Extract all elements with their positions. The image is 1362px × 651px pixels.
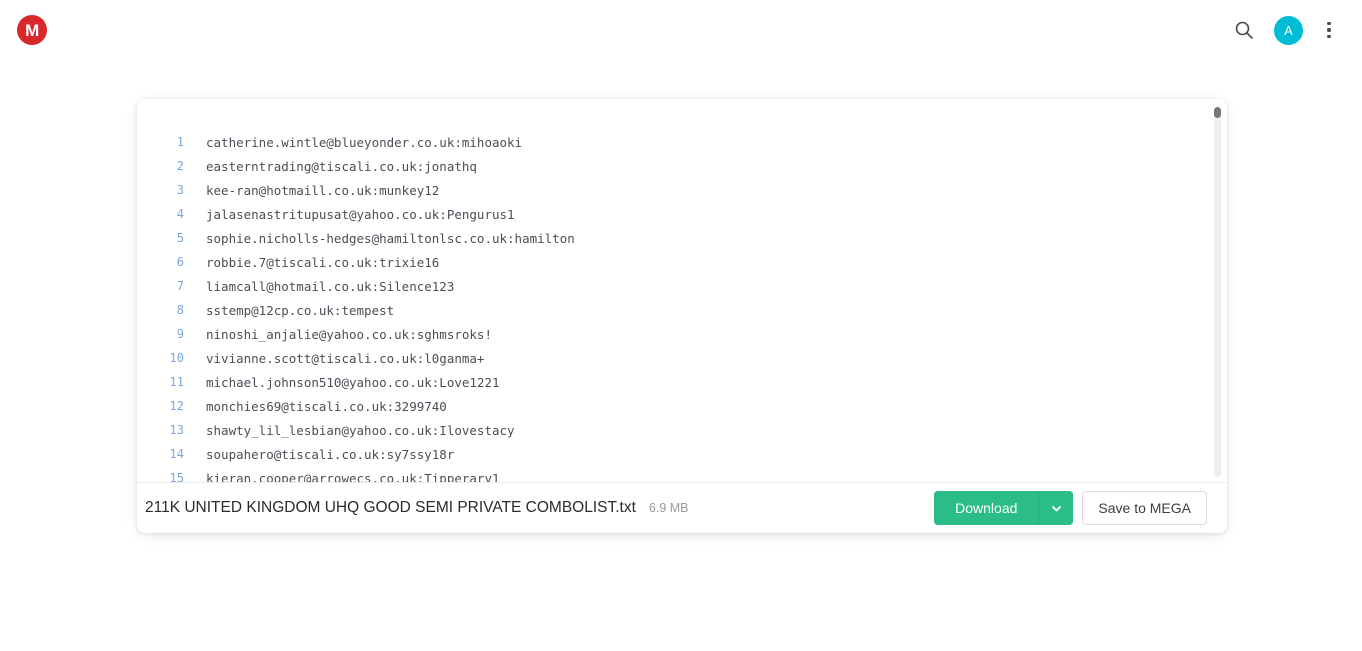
save-to-mega-button[interactable]: Save to MEGA — [1082, 491, 1207, 525]
preview-scrollbar-thumb[interactable] — [1214, 107, 1221, 118]
code-line: 1 catherine.wintle@blueyonder.co.uk:mihoa… — [137, 130, 1227, 154]
search-icon — [1235, 21, 1253, 39]
file-preview-card: 1 catherine.wintle@blueyonder.co.uk:mihoa… — [137, 99, 1227, 533]
line-text: catherine.wintle@blueyonder.co.uk:mihoao… — [206, 134, 523, 150]
line-number: 4 — [176, 207, 184, 221]
download-options-button[interactable] — [1039, 491, 1074, 525]
line-number: 12 — [169, 399, 184, 413]
line-text: shawty_lil_lesbian@yahoo.co.uk:Ilovestac… — [206, 422, 515, 438]
line-number: 7 — [176, 279, 184, 293]
code-line: 6 robbie.7@tiscali.co.uk:trixie16 — [137, 250, 1227, 274]
download-button-group: Download — [934, 491, 1074, 525]
code-line: 2 easterntrading@tiscali.co.uk:jonathq — [137, 154, 1227, 178]
vertical-dots-icon-dot — [1327, 34, 1331, 39]
line-text: monchies69@tiscali.co.uk:3299740 — [206, 398, 447, 414]
mega-logo-letter: M — [25, 20, 39, 40]
overflow-menu-button[interactable] — [1312, 9, 1346, 51]
file-action-bar: 211K UNITED KINGDOM UHQ GOOD SEMI PRIVAT… — [137, 482, 1227, 533]
line-text: easterntrading@tiscali.co.uk:jonathq — [206, 158, 477, 174]
line-text: ninoshi_anjalie@yahoo.co.uk:sghmsroks! — [206, 326, 492, 342]
code-line: 13 shawty_lil_lesbian@yahoo.co.uk:Ilovest… — [137, 418, 1227, 442]
vertical-dots-icon-dot — [1327, 28, 1331, 32]
code-line: 4 jalasenastritupusat@yahoo.co.uk:Penguru… — [137, 202, 1227, 226]
code-line: 7 liamcall@hotmail.co.uk:Silence123 — [137, 274, 1227, 298]
line-number: 3 — [176, 183, 184, 197]
download-button[interactable]: Download — [934, 491, 1040, 525]
line-text: michael.johnson510@yahoo.co.uk:Love1221 — [206, 374, 500, 390]
line-number: 14 — [169, 447, 184, 461]
vertical-dots-icon-dot — [1327, 21, 1331, 26]
line-text: jalasenastritupusat@yahoo.co.uk:Pengurus… — [206, 206, 515, 222]
line-text: kieran.cooper@arrowecs.co.uk:Tipperary1 — [206, 470, 500, 483]
text-preview-viewport[interactable]: 1 catherine.wintle@blueyonder.co.uk:mihoa… — [137, 99, 1227, 482]
line-text: liamcall@hotmail.co.uk:Silence123 — [206, 278, 455, 294]
code-line: 8 sstemp@12cp.co.uk:tempest — [137, 298, 1227, 322]
line-number: 2 — [176, 159, 184, 173]
avatar-letter: A — [1284, 22, 1293, 38]
line-text: sstemp@12cp.co.uk:tempest — [206, 302, 395, 318]
code-line: 15 kieran.cooper@arrowecs.co.uk:Tipperary… — [137, 466, 1227, 483]
code-line-list: 1 catherine.wintle@blueyonder.co.uk:mihoa… — [137, 99, 1227, 483]
file-name-label: 211K UNITED KINGDOM UHQ GOOD SEMI PRIVAT… — [145, 499, 636, 516]
line-number: 6 — [176, 255, 184, 269]
top-header-bar: M A — [0, 0, 1362, 60]
line-text: kee-ran@hotmaill.co.uk:munkey12 — [206, 182, 440, 198]
code-line: 5 sophie.nicholls-hedges@hamiltonlsc.co.u… — [137, 226, 1227, 250]
avatar[interactable]: A — [1274, 15, 1303, 45]
line-number: 10 — [169, 351, 184, 365]
code-line: 11 michael.johnson510@yahoo.co.uk:Love122… — [137, 370, 1227, 394]
chevron-down-icon — [1051, 505, 1061, 511]
code-line: 9 ninoshi_anjalie@yahoo.co.uk:sghmsroks! — [137, 322, 1227, 346]
line-number: 13 — [169, 423, 184, 437]
code-line: 10 vivianne.scott@tiscali.co.uk:l0ganma+ — [137, 346, 1227, 370]
mega-logo[interactable]: M — [17, 15, 47, 45]
header-actions: A — [1223, 0, 1346, 60]
line-text: vivianne.scott@tiscali.co.uk:l0ganma+ — [206, 350, 485, 366]
line-number: 11 — [169, 375, 184, 389]
code-line: 14 soupahero@tiscali.co.uk:sy7ssy18r — [137, 442, 1227, 466]
preview-scrollbar-track[interactable] — [1214, 107, 1221, 477]
line-text: robbie.7@tiscali.co.uk:trixie16 — [206, 254, 440, 270]
line-text: sophie.nicholls-hedges@hamiltonlsc.co.uk… — [206, 230, 575, 246]
file-size-label: 6.9 MB — [648, 501, 689, 515]
line-text: soupahero@tiscali.co.uk:sy7ssy18r — [206, 446, 455, 462]
line-number: 5 — [176, 231, 184, 245]
line-number: 9 — [176, 327, 184, 341]
line-number: 1 — [176, 135, 184, 149]
line-number: 8 — [176, 303, 184, 317]
code-line: 12 monchies69@tiscali.co.uk:3299740 — [137, 394, 1227, 418]
line-number: 15 — [169, 471, 184, 482]
search-button[interactable] — [1223, 9, 1265, 51]
code-line: 3 kee-ran@hotmaill.co.uk:munkey12 — [137, 178, 1227, 202]
